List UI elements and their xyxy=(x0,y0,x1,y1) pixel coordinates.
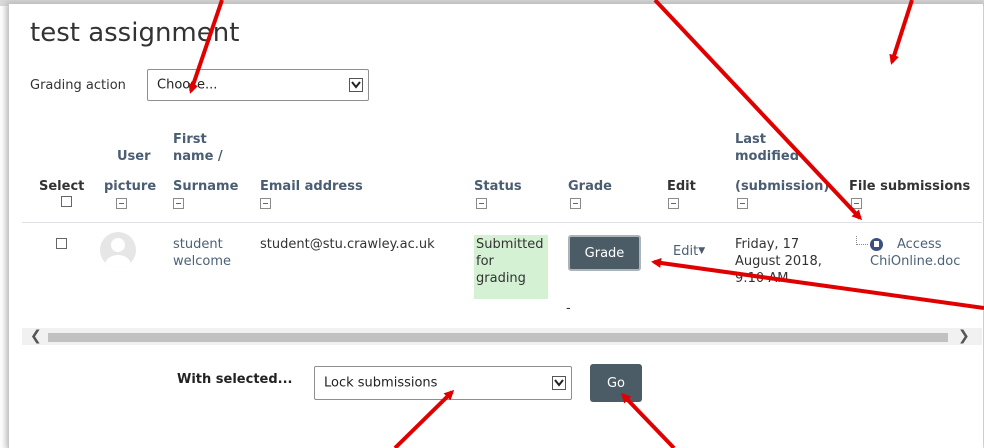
header-edit: Edit xyxy=(667,179,696,194)
status-line3: grading xyxy=(476,271,526,286)
scroll-left-icon[interactable]: ❮ xyxy=(30,328,42,344)
header-status[interactable]: Status xyxy=(474,178,522,195)
collapse-icon[interactable] xyxy=(260,198,271,209)
chevron-down-icon xyxy=(349,78,363,92)
row-divider xyxy=(22,222,982,223)
bulk-action-value: Lock submissions xyxy=(324,375,438,391)
select-all-checkbox[interactable] xyxy=(61,196,72,207)
collapse-icon[interactable] xyxy=(173,198,184,209)
header-grade[interactable]: Grade xyxy=(568,178,612,195)
header-name-line2[interactable]: name / xyxy=(173,148,223,165)
chevron-down-icon xyxy=(552,376,566,390)
header-email[interactable]: Email address xyxy=(260,178,363,195)
last-modified-line3: 9:10 AM xyxy=(735,271,789,286)
header-file-submissions: File submissions xyxy=(849,179,971,194)
edit-menu[interactable]: Edit▼ xyxy=(673,243,705,260)
bulk-action-select[interactable]: Lock submissions xyxy=(314,366,572,400)
grade-value: - xyxy=(566,301,571,316)
student-email: student@stu.crawley.ac.uk xyxy=(260,237,435,252)
scroll-right-icon[interactable]: ❯ xyxy=(958,328,970,344)
grading-action-select[interactable]: Choose... xyxy=(147,69,369,101)
header-last-modified-line1[interactable]: Last xyxy=(735,131,766,148)
file-icon xyxy=(870,238,883,251)
header-user-picture-line1[interactable]: User xyxy=(117,148,151,165)
go-button[interactable]: Go xyxy=(590,364,642,402)
header-select: Select xyxy=(39,179,85,194)
last-modified-line2: August 2018, xyxy=(735,254,822,269)
grading-action-label: Grading action xyxy=(30,78,126,93)
status-line2: for xyxy=(476,254,494,269)
collapse-icon[interactable] xyxy=(116,198,127,209)
collapse-icon[interactable] xyxy=(737,198,748,209)
last-modified-line1: Friday, 17 xyxy=(735,237,800,252)
file-link-line2[interactable]: ChiOnline.doc xyxy=(870,253,960,270)
grade-button[interactable]: Grade xyxy=(568,235,641,271)
collapse-icon[interactable] xyxy=(668,198,679,209)
collapse-icon[interactable] xyxy=(476,198,487,209)
scrollbar-thumb[interactable] xyxy=(48,333,948,342)
file-link-line1[interactable]: Access xyxy=(897,236,942,253)
grading-action-value: Choose... xyxy=(157,77,218,93)
collapse-icon[interactable] xyxy=(851,198,862,209)
with-selected-label: With selected... xyxy=(177,372,293,387)
caret-down-icon: ▼ xyxy=(698,246,706,256)
user-avatar-icon xyxy=(100,232,136,268)
header-name-line3[interactable]: Surname xyxy=(173,178,238,195)
student-surname[interactable]: welcome xyxy=(173,253,231,270)
header-last-modified-line2[interactable]: modified xyxy=(735,148,799,165)
row-select-checkbox[interactable] xyxy=(56,238,67,249)
collapse-icon[interactable] xyxy=(570,198,581,209)
header-user-picture-line2[interactable]: picture xyxy=(104,178,156,195)
header-name-line1[interactable]: First xyxy=(173,131,207,148)
page-title: test assignment xyxy=(30,18,240,48)
student-first-name[interactable]: student xyxy=(173,236,223,253)
edit-menu-label: Edit xyxy=(673,244,699,259)
header-last-modified-line3[interactable]: (submission) xyxy=(735,178,829,195)
status-line1: Submitted xyxy=(476,237,544,252)
tree-connector xyxy=(856,236,868,245)
